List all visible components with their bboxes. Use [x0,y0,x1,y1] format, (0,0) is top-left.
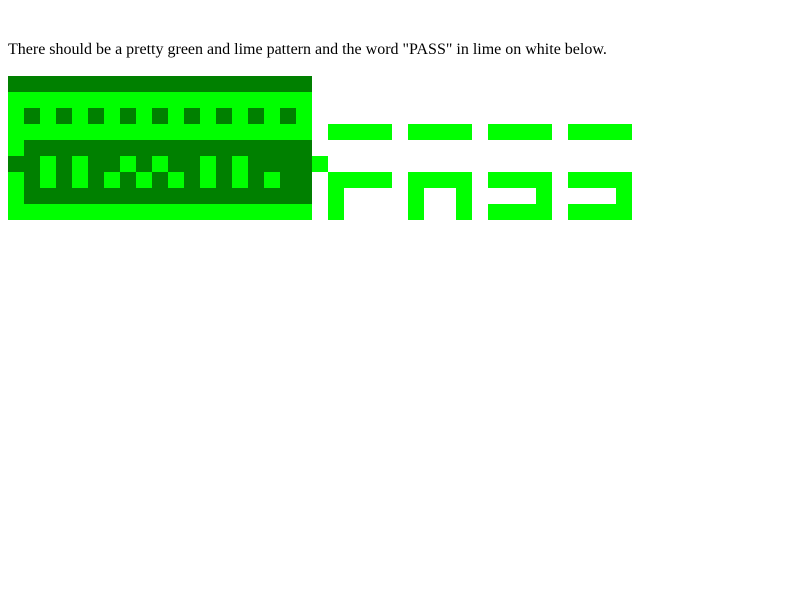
pass-letter-s [488,204,552,220]
green-lime-pattern [0,0,800,600]
pass-letter-top [568,124,632,140]
pattern-zigzag [152,156,168,172]
pass-letter-s [488,172,552,188]
pattern-dot [56,108,72,124]
pattern-bar [200,156,216,188]
pattern-panel [24,140,312,204]
pattern-top-band [8,76,312,92]
pattern-connector [312,156,328,172]
pattern-dot [216,108,232,124]
pass-letter-a [408,188,424,220]
pass-letter-p [328,188,344,220]
pattern-bar [232,156,248,188]
pass-letter-s [568,204,632,220]
pattern-dot [88,108,104,124]
pattern-panel-tab-right [296,156,312,172]
pattern-dot [24,108,40,124]
pass-letter-s [568,172,632,188]
pattern-lime-field [8,92,312,220]
pass-letter-top [408,124,472,140]
pattern-bar [40,156,56,188]
pass-letter-s [536,188,552,204]
pass-letter-p [328,172,392,188]
pattern-panel-tab-left [8,156,24,172]
pass-letter-top [328,124,392,140]
pattern-zigzag [120,156,136,172]
pass-letter-a [408,172,472,188]
pattern-dot [120,108,136,124]
pattern-dot [152,108,168,124]
pattern-dot [184,108,200,124]
pattern-dot-lime [264,172,280,188]
pattern-dot [280,108,296,124]
instruction-text: There should be a pretty green and lime … [8,41,607,58]
pass-letter-s [616,188,632,204]
pattern-zigzag [168,172,184,188]
pass-letter-top [488,124,552,140]
pattern-zigzag [136,172,152,188]
pattern-bar [72,156,88,188]
pattern-zigzag [104,172,120,188]
pattern-dot [248,108,264,124]
pass-letter-a [456,188,472,220]
